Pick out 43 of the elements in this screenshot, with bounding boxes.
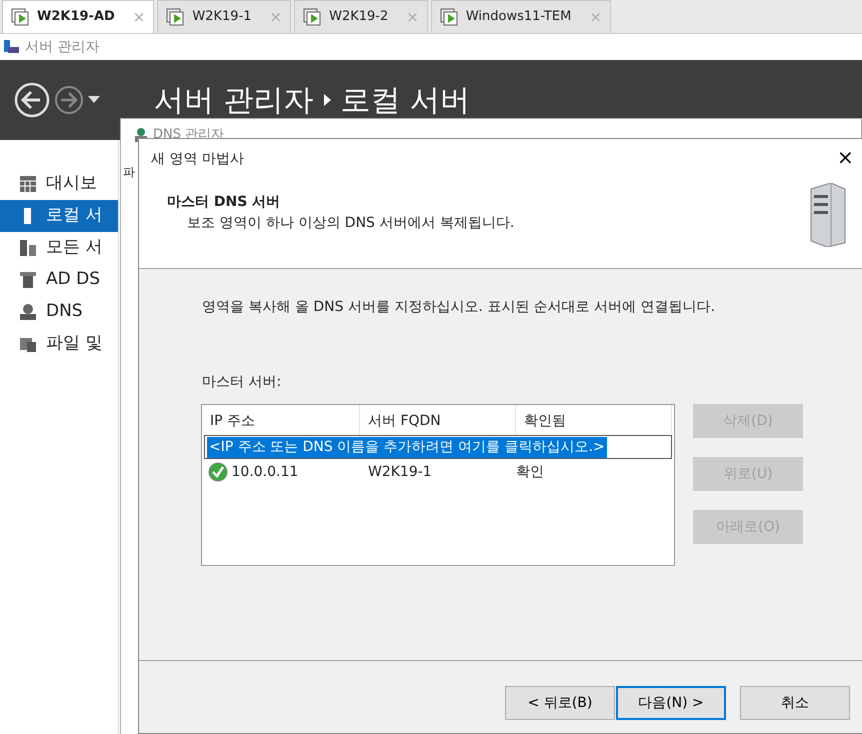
sidebar-item[interactable]: 파일 및 xyxy=(0,328,118,360)
sidebar-item[interactable]: 대시보 xyxy=(0,168,118,200)
back-button[interactable]: < 뒤로(B) xyxy=(505,686,615,720)
cancel-button[interactable]: 취소 xyxy=(740,686,850,720)
vm-tab[interactable]: Windows11-TEM × xyxy=(430,0,611,33)
menu-item[interactable]: 파 xyxy=(123,163,135,181)
sidebar-item[interactable]: AD DS xyxy=(0,264,118,296)
sidebar-item[interactable]: 로컬 서 xyxy=(0,200,118,232)
vm-tab[interactable]: W2K19-1 × xyxy=(157,0,292,33)
add-server-prompt[interactable]: <IP 주소 또는 DNS 이름을 추가하려면 여기를 클릭하십시오.> xyxy=(207,436,607,458)
instruction-text: 영역을 복사해 올 DNS 서버를 지정하십시오. 표시된 순서대로 서버에 연결됩니다. xyxy=(202,298,716,317)
column-header[interactable]: IP 주소 xyxy=(202,405,360,435)
back-icon xyxy=(14,82,50,118)
dialog-title: 새 영역 마법사 xyxy=(151,150,244,169)
dropdown-icon xyxy=(88,96,100,104)
wizard-subheading: 보조 영역이 하나 이상의 DNS 서버에서 복제됩니다. xyxy=(187,214,516,233)
next-button[interactable]: 다음(N) > xyxy=(616,686,726,720)
table-cell-text: 10.0.0.11 xyxy=(232,462,298,482)
server-list[interactable]: IP 주소 서버 FQDN 확인됨 <IP 주소 또는 DNS 이름을 추가하려면 여기를 클릭하십시오.> 10.0.0.11 W2K19-1 확인 xyxy=(201,404,675,566)
vm-play-icon xyxy=(303,8,322,26)
sidebar-item[interactable]: 모든 서 xyxy=(0,232,118,264)
column-header[interactable]: 서버 FQDN xyxy=(360,405,516,435)
dashboard-icon xyxy=(20,176,36,192)
vm-play-icon xyxy=(11,8,29,26)
forward-icon xyxy=(54,85,84,115)
breadcrumb-item: 서버 관리자 xyxy=(154,82,314,120)
vm-tab[interactable]: W2K19-AD × xyxy=(2,0,154,33)
vm-tab[interactable]: W2K19-2 × xyxy=(294,0,428,33)
table-cell-text: W2K19-1 xyxy=(367,462,433,482)
chevron-icon xyxy=(324,94,331,106)
server-manager-icon xyxy=(3,39,19,55)
column-header[interactable]: 확인됨 xyxy=(516,405,672,435)
vm-play-icon xyxy=(440,8,458,26)
wizard-heading: 마스터 DNS 서버 xyxy=(167,193,282,212)
list-label: 마스터 서버: xyxy=(202,373,282,392)
table-cell-text: 확인 xyxy=(515,462,544,482)
app-title: 서버 관리자 xyxy=(25,38,100,56)
servers-icon xyxy=(20,240,36,256)
close-button[interactable]: × xyxy=(833,147,858,167)
sidebar-item[interactable]: DNS xyxy=(0,296,118,328)
folder-icon xyxy=(20,336,36,352)
breadcrumb-item: 로컬 서버 xyxy=(340,82,470,120)
vm-play-icon xyxy=(166,8,184,26)
